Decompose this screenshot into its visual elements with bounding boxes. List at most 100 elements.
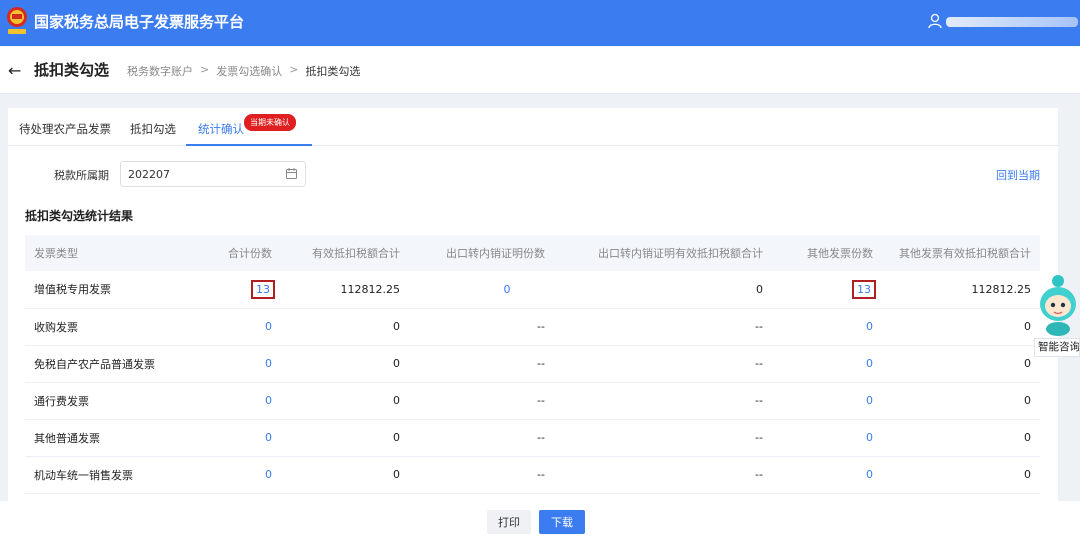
export-cert-count-cell: -- (409, 308, 554, 346)
total-count-cell: 0 (185, 345, 281, 383)
breadcrumb-separator: > (200, 63, 210, 76)
breadcrumb: 税务数字账户 > 发票勾选确认 > 抵扣类勾选 (127, 63, 360, 79)
other-tax-cell: 0 (882, 382, 1040, 420)
smart-assistant-widget[interactable]: 智能咨询 (1034, 272, 1080, 358)
tab-statistics-confirm[interactable]: 统计确认 (198, 121, 244, 137)
export-cert-count-cell: 0 (409, 271, 554, 309)
other-count-link[interactable]: 13 (852, 279, 876, 299)
export-cert-count-cell: -- (409, 382, 554, 420)
invoice-type-cell: 增值税专用发票 (25, 271, 185, 309)
export-cert-tax-cell: -- (554, 345, 772, 383)
statistics-table: 发票类型 合计份数 有效抵扣税额合计 出口转内销证明份数 出口转内销证明有效抵扣… (25, 235, 1040, 494)
other-tax-cell: 0 (882, 419, 1040, 457)
app-title: 国家税务总局电子发票服务平台 (34, 13, 245, 31)
page-header: ← 抵扣类勾选 税务数字账户 > 发票勾选确认 > 抵扣类勾选 (0, 46, 1080, 94)
export-cert-tax-cell: -- (554, 419, 772, 457)
deduction-tax-cell: 0 (281, 382, 409, 420)
period-date-picker[interactable]: 202207 (120, 161, 306, 187)
total-count-cell: 13 (185, 271, 281, 309)
total-count-link[interactable]: 0 (265, 431, 272, 444)
invoice-type-cell: 通行费发票 (25, 382, 185, 420)
download-button[interactable]: 下载 (539, 510, 585, 534)
other-count-link[interactable]: 0 (866, 394, 873, 407)
export-cert-count-cell: -- (409, 419, 554, 457)
top-bar: 国家税务总局电子发票服务平台 (0, 0, 1080, 46)
table-row: 通行费发票 0 0 -- -- 0 0 (25, 382, 1040, 420)
total-count-cell: 0 (185, 419, 281, 457)
deduction-tax-cell: 0 (281, 456, 409, 494)
export-cert-count-cell: -- (409, 456, 554, 494)
arrow-left-icon[interactable]: ← (8, 61, 21, 80)
column-header: 合计份数 (185, 235, 281, 271)
invoice-type-cell: 其他普通发票 (25, 419, 185, 457)
other-tax-cell: 0 (882, 456, 1040, 494)
deduction-tax-cell: 0 (281, 419, 409, 457)
other-count-link[interactable]: 0 (866, 320, 873, 333)
export-cert-tax-cell: 0 (554, 271, 772, 309)
assistant-label[interactable]: 智能咨询 (1034, 338, 1080, 357)
other-tax-cell: 0 (882, 345, 1040, 383)
assistant-avatar-icon[interactable] (1036, 272, 1080, 336)
footer-bar: 打印 下载 (0, 501, 1080, 541)
export-cert-tax-cell: -- (554, 308, 772, 346)
user-name-blurred[interactable] (946, 17, 1078, 27)
breadcrumb-current: 抵扣类勾选 (305, 65, 361, 78)
period-label: 税款所属期 (54, 169, 109, 182)
total-count-link[interactable]: 0 (265, 320, 272, 333)
other-count-link[interactable]: 0 (866, 431, 873, 444)
page-title: 抵扣类勾选 (34, 61, 110, 79)
status-badge: 当期未确认 (244, 114, 296, 131)
total-count-cell: 0 (185, 308, 281, 346)
column-header: 出口转内销证明有效抵扣税额合计 (554, 235, 772, 271)
invoice-type-cell: 机动车统一销售发票 (25, 456, 185, 494)
export-cert-count-cell: -- (409, 345, 554, 383)
period-value: 202207 (128, 168, 170, 181)
other-count-link[interactable]: 0 (866, 468, 873, 481)
total-count-cell: 0 (185, 456, 281, 494)
content-card: 待处理农产品发票 抵扣勾选 统计确认 当期未确认 税款所属期 202207 回到… (8, 108, 1058, 508)
total-count-link[interactable]: 0 (265, 394, 272, 407)
total-count-cell: 0 (185, 382, 281, 420)
total-count-link[interactable]: 0 (265, 357, 272, 370)
section-title: 抵扣类勾选统计结果 (25, 209, 134, 223)
tab-bar: 待处理农产品发票 抵扣勾选 统计确认 当期未确认 (8, 108, 1058, 146)
other-count-cell: 0 (772, 456, 882, 494)
return-to-current-link[interactable]: 回到当期 (996, 167, 1040, 183)
total-count-link[interactable]: 13 (251, 279, 275, 299)
table-row: 免税自产农产品普通发票 0 0 -- -- 0 0 (25, 345, 1040, 383)
total-count-link[interactable]: 0 (265, 468, 272, 481)
other-tax-cell: 0 (882, 308, 1040, 346)
export-cert-tax-cell: -- (554, 382, 772, 420)
column-header: 其他发票有效抵扣税额合计 (882, 235, 1040, 271)
export-cert-count-link[interactable]: 0 (504, 283, 511, 296)
breadcrumb-item[interactable]: 税务数字账户 (127, 63, 193, 79)
tab-pending-agri-invoices[interactable]: 待处理农产品发票 (19, 121, 111, 137)
deduction-tax-cell: 112812.25 (281, 271, 409, 309)
other-count-cell: 0 (772, 382, 882, 420)
deduction-tax-cell: 0 (281, 345, 409, 383)
table-row: 收购发票 0 0 -- -- 0 0 (25, 308, 1040, 346)
breadcrumb-separator: > (289, 63, 299, 76)
active-tab-indicator (186, 144, 312, 146)
table-row: 增值税专用发票 13 112812.25 0 0 13 112812.25 (25, 271, 1040, 309)
invoice-type-cell: 免税自产农产品普通发票 (25, 345, 185, 383)
print-button[interactable]: 打印 (487, 510, 531, 534)
other-count-cell: 13 (772, 271, 882, 309)
table-row: 机动车统一销售发票 0 0 -- -- 0 0 (25, 456, 1040, 494)
column-header: 发票类型 (25, 235, 185, 271)
export-cert-tax-cell: -- (554, 456, 772, 494)
other-count-cell: 0 (772, 308, 882, 346)
tab-deduction-selection[interactable]: 抵扣勾选 (130, 121, 176, 137)
other-count-link[interactable]: 0 (866, 357, 873, 370)
calendar-icon[interactable] (286, 168, 297, 179)
table-row: 其他普通发票 0 0 -- -- 0 0 (25, 419, 1040, 457)
column-header: 其他发票份数 (772, 235, 882, 271)
table-header-row: 发票类型 合计份数 有效抵扣税额合计 出口转内销证明份数 出口转内销证明有效抵扣… (25, 235, 1040, 271)
other-count-cell: 0 (772, 345, 882, 383)
user-icon[interactable] (928, 13, 942, 29)
other-count-cell: 0 (772, 419, 882, 457)
column-header: 有效抵扣税额合计 (281, 235, 409, 271)
other-tax-cell: 112812.25 (882, 271, 1040, 309)
breadcrumb-item[interactable]: 发票勾选确认 (216, 63, 282, 79)
deduction-tax-cell: 0 (281, 308, 409, 346)
